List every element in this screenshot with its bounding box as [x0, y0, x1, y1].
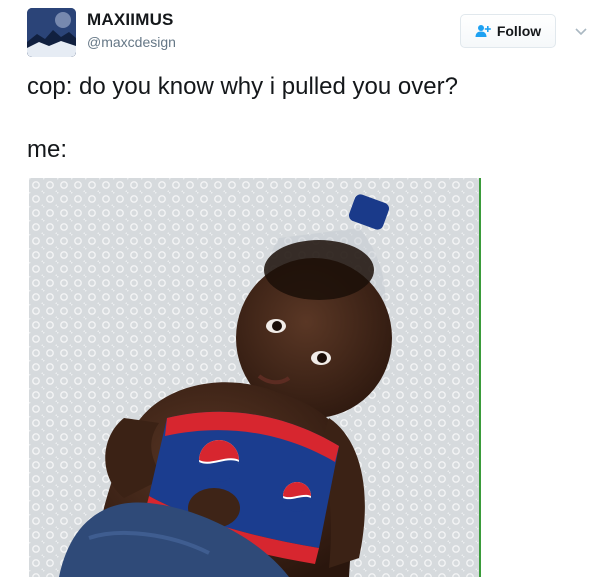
- avatar-image: [27, 8, 76, 57]
- follow-person-plus-icon: [475, 24, 491, 38]
- chevron-down-icon[interactable]: [574, 24, 588, 36]
- tweet-text: cop: do you know why i pulled you over? …: [27, 70, 587, 166]
- author-screen-name[interactable]: @maxcdesign: [87, 34, 176, 50]
- tweet-text-spacer: [27, 103, 587, 133]
- follow-button[interactable]: Follow: [460, 14, 556, 48]
- author-display-name[interactable]: MAXIIMUS: [87, 10, 174, 30]
- tweet-text-line-1: cop: do you know why i pulled you over?: [27, 73, 458, 100]
- user-avatar[interactable]: [27, 8, 76, 57]
- follow-button-label: Follow: [496, 23, 542, 39]
- tweet-header: MAXIIMUS @maxcdesign Follow: [0, 0, 611, 64]
- baby-pepsi-photo: [29, 178, 479, 577]
- tweet-media-photo[interactable]: [29, 178, 481, 577]
- tweet-text-line-2: me:: [27, 136, 68, 163]
